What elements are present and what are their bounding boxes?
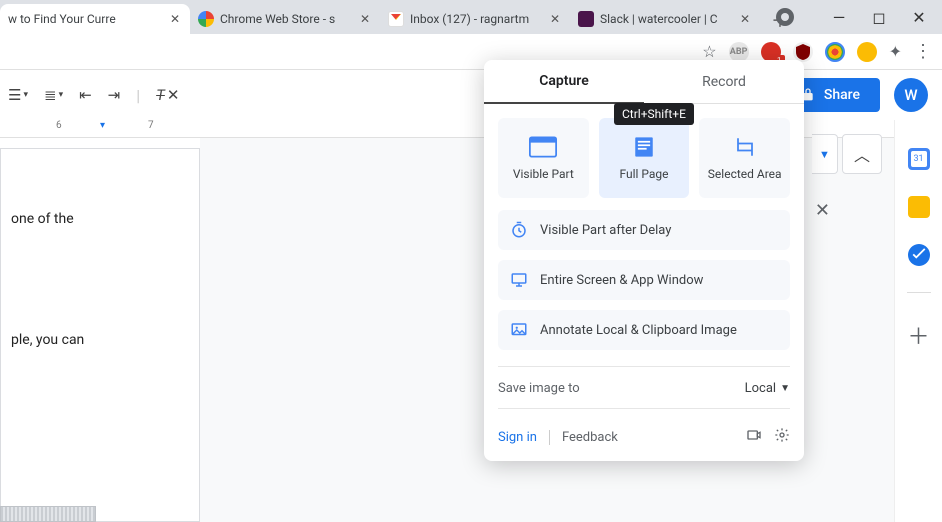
close-icon[interactable]: ✕	[815, 200, 830, 221]
browser-window-icon	[529, 135, 557, 159]
divider	[498, 408, 790, 409]
popup-footer: Sign in Feedback	[484, 415, 804, 461]
popup-tabs: Capture Record	[484, 60, 804, 104]
close-window-button[interactable]: ✕	[910, 8, 928, 26]
crop-icon	[731, 135, 759, 159]
row-label: Entire Screen & App Window	[540, 273, 703, 288]
timer-icon	[510, 221, 528, 239]
card-label: Selected Area	[708, 167, 782, 181]
save-to-label: Save image to	[498, 381, 580, 396]
collapse-toolbar-button[interactable]: ︿	[842, 134, 882, 174]
numbered-list-button[interactable]: ☰▾	[8, 86, 28, 104]
tab-title: Slack | watercooler | C	[600, 12, 732, 26]
maximize-button[interactable]: ◻	[870, 8, 888, 26]
keep-icon[interactable]	[908, 196, 930, 218]
ruler-tick: 6	[56, 120, 62, 131]
feedback-link[interactable]: Feedback	[549, 430, 618, 445]
chrome-store-icon	[198, 11, 214, 27]
close-icon[interactable]: ✕	[548, 12, 562, 26]
browser-tab[interactable]: Inbox (127) - ragnartm ✕	[380, 4, 570, 34]
tab-title: w to Find Your Curre	[8, 12, 162, 26]
visible-part-card[interactable]: Visible Part	[498, 118, 589, 198]
full-page-card[interactable]: Full Page	[599, 118, 690, 198]
divider	[498, 366, 790, 367]
row-label: Annotate Local & Clipboard Image	[540, 323, 737, 338]
image-icon	[510, 321, 528, 339]
tasks-icon[interactable]	[908, 244, 930, 266]
tab-title: Chrome Web Store - s	[220, 12, 352, 26]
clear-formatting-button[interactable]: T✕	[156, 86, 179, 104]
close-icon[interactable]: ✕	[358, 12, 372, 26]
browser-tabstrip: w to Find Your Curre ✕ Chrome Web Store …	[0, 0, 942, 34]
nimbus-icon[interactable]	[825, 42, 845, 62]
window-controls: — ◻ ✕	[776, 0, 938, 34]
monitor-icon	[510, 271, 528, 289]
slack-icon	[578, 11, 594, 27]
extensions-puzzle-icon[interactable]: ✦	[889, 42, 902, 61]
mode-dropdown-arrow[interactable]: ▼	[812, 134, 838, 174]
tab-record[interactable]: Record	[644, 60, 804, 104]
video-icon[interactable]	[746, 427, 762, 447]
profile-icon[interactable]	[776, 8, 794, 26]
minimize-button[interactable]: —	[830, 8, 848, 26]
row-label: Visible Part after Delay	[540, 223, 671, 238]
ublock-icon[interactable]	[793, 42, 813, 62]
shortcut-tooltip: Ctrl+Shift+E	[614, 103, 694, 125]
tab-title: Inbox (127) - ragnartm	[410, 12, 542, 26]
calendar-icon[interactable]	[908, 148, 930, 170]
doc-text: ple, you can	[11, 330, 189, 351]
save-destination[interactable]: Local▼	[745, 381, 790, 396]
visible-delay-row[interactable]: Visible Part after Delay	[498, 210, 790, 250]
card-label: Visible Part	[513, 167, 574, 181]
gear-icon[interactable]	[774, 427, 790, 447]
selected-area-card[interactable]: Selected Area	[699, 118, 790, 198]
avatar[interactable]: W	[894, 78, 928, 112]
extension-icon[interactable]	[857, 42, 877, 62]
doc-text: one of the	[11, 209, 189, 230]
lastpass-icon[interactable]	[761, 42, 781, 62]
browser-tab[interactable]: w to Find Your Curre ✕	[0, 4, 190, 34]
thumbnail-strip	[0, 506, 96, 522]
increase-indent-button[interactable]: ⇥	[108, 86, 121, 104]
entire-screen-row[interactable]: Entire Screen & App Window	[498, 260, 790, 300]
bulleted-list-button[interactable]: ≣▾	[44, 86, 63, 104]
ruler-tick: 7	[148, 120, 154, 131]
tab-capture[interactable]: Capture	[484, 60, 644, 104]
gmail-icon	[388, 11, 404, 27]
capture-rows: Visible Part after Delay Entire Screen &…	[484, 206, 804, 360]
adblock-icon[interactable]: ABP	[729, 42, 749, 62]
browser-tab[interactable]: Slack | watercooler | C ✕	[570, 4, 760, 34]
bookmark-star-icon[interactable]: ☆	[702, 42, 716, 61]
indent-marker-icon[interactable]: ▾	[100, 120, 105, 131]
add-addon-button[interactable]: ＋	[907, 319, 929, 351]
decrease-indent-button[interactable]: ⇤	[79, 86, 92, 104]
share-label: Share	[824, 87, 860, 103]
sign-in-link[interactable]: Sign in	[498, 430, 537, 445]
close-icon[interactable]: ✕	[168, 12, 182, 26]
page-icon	[630, 135, 658, 159]
chevron-down-icon: ▼	[780, 383, 790, 394]
divider	[907, 292, 931, 293]
kebab-menu-icon[interactable]: ⋮	[914, 41, 932, 62]
document-page[interactable]: one of the ple, you can	[0, 148, 200, 522]
close-icon[interactable]: ✕	[738, 12, 752, 26]
formatting-controls: ☰▾ ≣▾ ⇤ ⇥ | T✕	[8, 86, 179, 105]
card-label: Full Page	[619, 167, 668, 181]
save-to-row[interactable]: Save image to Local▼	[484, 373, 804, 402]
annotate-row[interactable]: Annotate Local & Clipboard Image	[498, 310, 790, 350]
side-panel: ＋	[894, 120, 942, 522]
browser-tab[interactable]: Chrome Web Store - s ✕	[190, 4, 380, 34]
